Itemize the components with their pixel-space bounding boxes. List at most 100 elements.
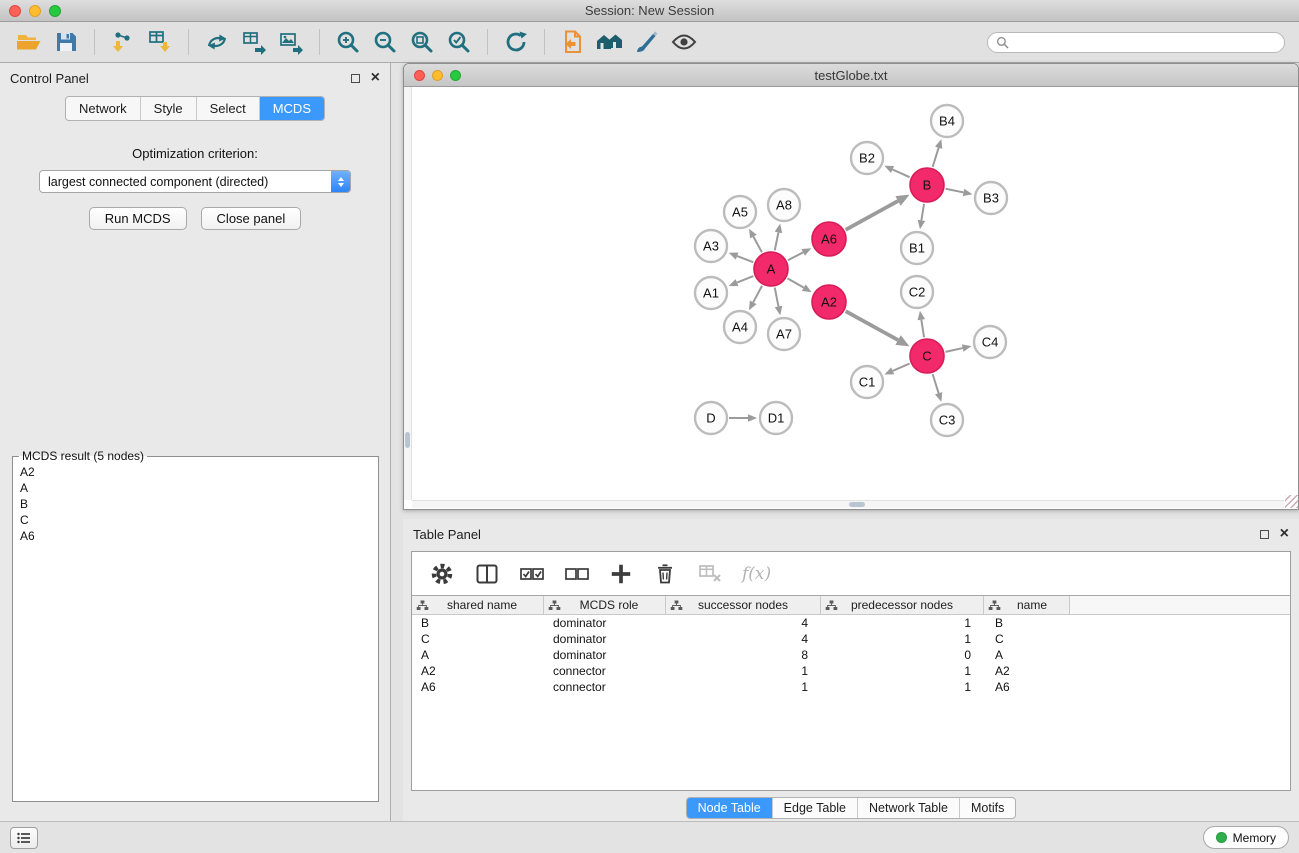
network-node-D1[interactable]: D1 <box>760 402 792 434</box>
network-node-A7[interactable]: A7 <box>768 318 800 350</box>
float-table-panel-icon[interactable] <box>1260 530 1269 539</box>
close-table-panel-icon[interactable]: × <box>1280 529 1289 539</box>
network-edge-A-A2[interactable] <box>788 278 812 292</box>
import-table-button[interactable] <box>145 27 175 57</box>
table-settings-button[interactable] <box>429 561 455 587</box>
tab-network[interactable]: Network <box>66 97 141 120</box>
network-node-B4[interactable]: B4 <box>931 105 963 137</box>
tab-network-table[interactable]: Network Table <box>858 798 960 818</box>
network-node-C1[interactable]: C1 <box>851 366 883 398</box>
zoom-window-button[interactable] <box>49 5 61 17</box>
zoom-out-button[interactable] <box>370 27 400 57</box>
network-zoom-button[interactable] <box>450 70 461 81</box>
column-header-name[interactable]: name <box>984 596 1070 614</box>
search-input[interactable] <box>1014 35 1276 49</box>
network-minimize-button[interactable] <box>432 70 443 81</box>
network-edge-B-B3[interactable] <box>946 189 973 196</box>
network-node-C[interactable]: C <box>910 339 944 373</box>
function-builder-button[interactable]: f(x) <box>742 564 771 584</box>
column-header-MCDS-role[interactable]: MCDS role <box>544 596 666 614</box>
table-row[interactable]: Adominator80A <box>412 647 1290 663</box>
network-edge-B-B4[interactable] <box>933 139 943 167</box>
network-node-B[interactable]: B <box>910 168 944 202</box>
vertical-scroll-thumb[interactable] <box>405 432 410 448</box>
select-all-button[interactable] <box>519 562 545 586</box>
minimize-window-button[interactable] <box>29 5 41 17</box>
network-edge-A2-C[interactable] <box>846 311 910 346</box>
network-edge-C-C2[interactable] <box>918 311 926 337</box>
network-node-A1[interactable]: A1 <box>695 277 727 309</box>
import-document-button[interactable] <box>558 27 588 57</box>
dropdown-stepper[interactable] <box>331 171 350 192</box>
network-node-B3[interactable]: B3 <box>975 182 1007 214</box>
network-node-B1[interactable]: B1 <box>901 232 933 264</box>
column-header-shared-name[interactable]: shared name <box>412 596 544 614</box>
table-row[interactable]: Cdominator41C <box>412 631 1290 647</box>
network-node-A3[interactable]: A3 <box>695 230 727 262</box>
resize-grip[interactable] <box>1285 495 1298 508</box>
tab-style[interactable]: Style <box>141 97 197 120</box>
network-node-B2[interactable]: B2 <box>851 142 883 174</box>
optimization-criterion-dropdown[interactable]: largest connected component (directed) <box>39 170 351 193</box>
network-edge-A-A3[interactable] <box>729 252 754 262</box>
run-mcds-button[interactable]: Run MCDS <box>89 207 187 230</box>
close-window-button[interactable] <box>9 5 21 17</box>
network-edge-A-A4[interactable] <box>749 286 762 310</box>
result-item[interactable]: A <box>17 480 374 496</box>
close-panel-icon[interactable]: × <box>371 73 380 83</box>
network-node-C3[interactable]: C3 <box>931 404 963 436</box>
zoom-in-button[interactable] <box>333 27 363 57</box>
network-node-A4[interactable]: A4 <box>724 311 756 343</box>
save-session-button[interactable] <box>51 27 81 57</box>
result-item[interactable]: C <box>17 512 374 528</box>
network-canvas[interactable]: B4B2BB3A5A8A6A3B1AC2A1A2A4A7C4CC1DD1C3 <box>404 87 1298 508</box>
float-panel-icon[interactable] <box>351 74 360 83</box>
import-network-button[interactable] <box>108 27 138 57</box>
network-edge-A-A6[interactable] <box>788 248 811 260</box>
network-window-titlebar[interactable]: testGlobe.txt <box>404 64 1298 87</box>
network-edge-D-D1[interactable] <box>729 414 757 422</box>
network-edge-A-A5[interactable] <box>749 229 762 253</box>
show-hide-button[interactable] <box>669 27 699 57</box>
network-node-C4[interactable]: C4 <box>974 326 1006 358</box>
column-header-successor-nodes[interactable]: successor nodes <box>666 596 821 614</box>
tab-mcds[interactable]: MCDS <box>260 97 324 120</box>
network-node-A6[interactable]: A6 <box>812 222 846 256</box>
close-panel-button[interactable]: Close panel <box>201 207 302 230</box>
network-node-D[interactable]: D <box>695 402 727 434</box>
delete-entry-button[interactable] <box>652 561 678 587</box>
tab-node-table[interactable]: Node Table <box>687 798 773 818</box>
add-entry-button[interactable] <box>609 562 633 586</box>
result-item[interactable]: A2 <box>17 464 374 480</box>
export-image-button[interactable] <box>276 27 306 57</box>
network-edge-A-A8[interactable] <box>775 224 782 251</box>
horizontal-scrollbar[interactable] <box>412 500 1284 508</box>
column-header-predecessor-nodes[interactable]: predecessor nodes <box>821 596 984 614</box>
network-node-A2[interactable]: A2 <box>812 285 846 319</box>
network-node-C2[interactable]: C2 <box>901 276 933 308</box>
network-node-A5[interactable]: A5 <box>724 196 756 228</box>
show-columns-button[interactable] <box>474 561 500 587</box>
clone-table-button[interactable] <box>239 27 269 57</box>
home-view-button[interactable] <box>595 27 625 57</box>
search-box[interactable] <box>987 32 1285 53</box>
tab-motifs[interactable]: Motifs <box>960 798 1015 818</box>
memory-button[interactable]: Memory <box>1203 826 1289 849</box>
deselect-all-button[interactable] <box>564 562 590 586</box>
table-row[interactable]: A6connector11A6 <box>412 679 1290 695</box>
delete-table-button[interactable] <box>697 561 723 587</box>
network-node-A[interactable]: A <box>754 252 788 286</box>
tab-edge-table[interactable]: Edge Table <box>773 798 858 818</box>
table-row[interactable]: Bdominator41B <box>412 615 1290 631</box>
network-edge-C-C3[interactable] <box>933 374 943 402</box>
network-edge-C-C1[interactable] <box>884 364 909 375</box>
result-item[interactable]: A6 <box>17 528 374 544</box>
horizontal-scroll-thumb[interactable] <box>849 502 865 507</box>
vertical-scrollbar[interactable] <box>404 87 412 500</box>
style-brush-button[interactable] <box>632 27 662 57</box>
window-titlebar[interactable]: Session: New Session <box>0 0 1299 22</box>
zoom-fit-button[interactable] <box>407 27 437 57</box>
network-edge-C-C4[interactable] <box>946 344 972 352</box>
result-item[interactable]: B <box>17 496 374 512</box>
refresh-button[interactable] <box>501 27 531 57</box>
